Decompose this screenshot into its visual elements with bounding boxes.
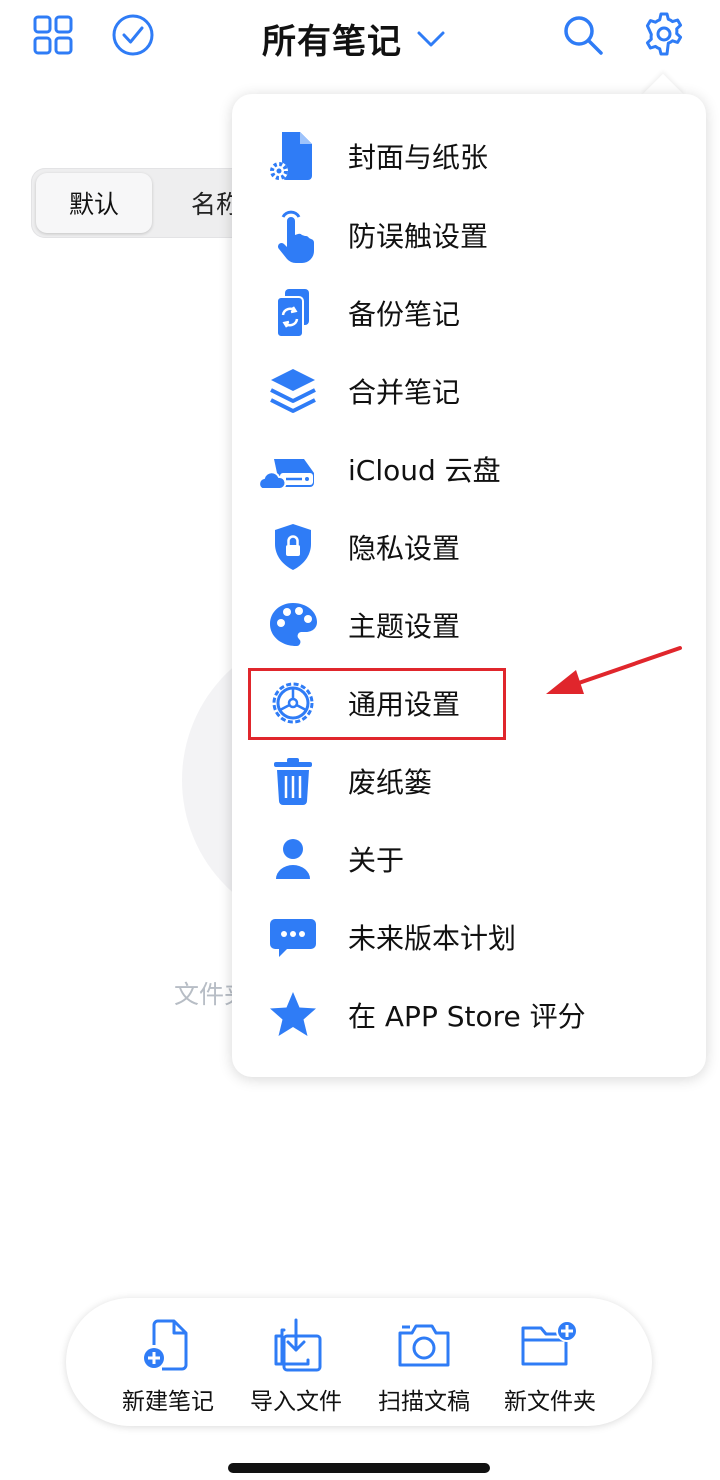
highlight-box (248, 668, 506, 740)
menu-item-label: 未来版本计划 (348, 922, 517, 955)
home-indicator (228, 1463, 490, 1473)
new-folder-label: 新文件夹 (504, 1389, 596, 1415)
menu-item-label: 防误触设置 (348, 220, 489, 253)
shield-lock-icon (260, 516, 326, 578)
menu-item-rate[interactable]: 在 APP Store 评分 (232, 976, 706, 1054)
select-check-icon[interactable] (110, 12, 156, 58)
star-icon (260, 984, 326, 1046)
menu-item-label: 废纸篓 (348, 766, 433, 799)
scan-document-label: 扫描文稿 (378, 1389, 470, 1415)
menu-item-label: 合并笔记 (348, 376, 461, 409)
new-folder-button[interactable]: 新文件夹 (490, 1314, 610, 1415)
menu-item-roadmap[interactable]: 未来版本计划 (232, 898, 706, 976)
menu-item-label: iCloud 云盘 (348, 454, 501, 487)
menu-item-cover-paper[interactable]: 封面与纸张 (232, 117, 706, 195)
camera-icon (364, 1314, 484, 1376)
menu-item-merge[interactable]: 合并笔记 (232, 352, 706, 430)
page-title: 所有笔记 (262, 22, 402, 62)
palette-icon (260, 594, 326, 656)
layers-icon (260, 360, 326, 422)
red-arrow-annotation (546, 646, 682, 694)
icloud-drive-icon (254, 438, 320, 500)
import-file-button[interactable]: 导入文件 (236, 1314, 356, 1415)
import-file-label: 导入文件 (250, 1389, 342, 1415)
menu-item-label: 封面与纸张 (348, 141, 489, 174)
sort-default-tab[interactable]: 默认 (36, 173, 152, 233)
touch-hand-icon (260, 204, 326, 266)
cover-paper-icon (260, 125, 326, 187)
person-icon (260, 828, 326, 890)
grid-view-icon[interactable] (30, 12, 76, 58)
search-icon[interactable] (560, 12, 606, 58)
menu-item-label: 主题设置 (348, 610, 461, 643)
menu-item-trash[interactable]: 废纸篓 (232, 742, 706, 820)
menu-item-backup[interactable]: 备份笔记 (232, 274, 706, 352)
menu-item-anti-touch[interactable]: 防误触设置 (232, 196, 706, 274)
title-dropdown[interactable]: 所有笔记 (262, 14, 446, 63)
bottom-toolbar: 新建笔记 导入文件 扫描文稿 新文件夹 (66, 1298, 652, 1426)
menu-item-about[interactable]: 关于 (232, 820, 706, 898)
import-file-icon (236, 1314, 356, 1376)
trash-icon (260, 750, 326, 812)
scan-document-button[interactable]: 扫描文稿 (364, 1314, 484, 1415)
menu-item-label: 关于 (348, 844, 405, 877)
gear-icon[interactable] (640, 10, 688, 58)
chevron-down-icon (416, 29, 446, 49)
menu-item-icloud[interactable]: iCloud 云盘 (232, 430, 706, 508)
new-folder-icon (490, 1314, 610, 1376)
menu-item-privacy[interactable]: 隐私设置 (232, 508, 706, 586)
settings-menu: 封面与纸张 防误触设置 备份笔记 合并笔记 iCloud 云盘 隐私设置 主题设… (232, 94, 706, 1077)
new-note-label: 新建笔记 (122, 1389, 214, 1415)
chat-bubble-icon (260, 906, 326, 968)
menu-item-label: 备份笔记 (348, 298, 461, 331)
menu-item-label: 在 APP Store 评分 (348, 1000, 586, 1033)
new-note-button[interactable]: 新建笔记 (108, 1314, 228, 1415)
backup-icon (260, 282, 326, 344)
menu-item-label: 隐私设置 (348, 532, 461, 565)
new-note-icon (108, 1314, 228, 1376)
